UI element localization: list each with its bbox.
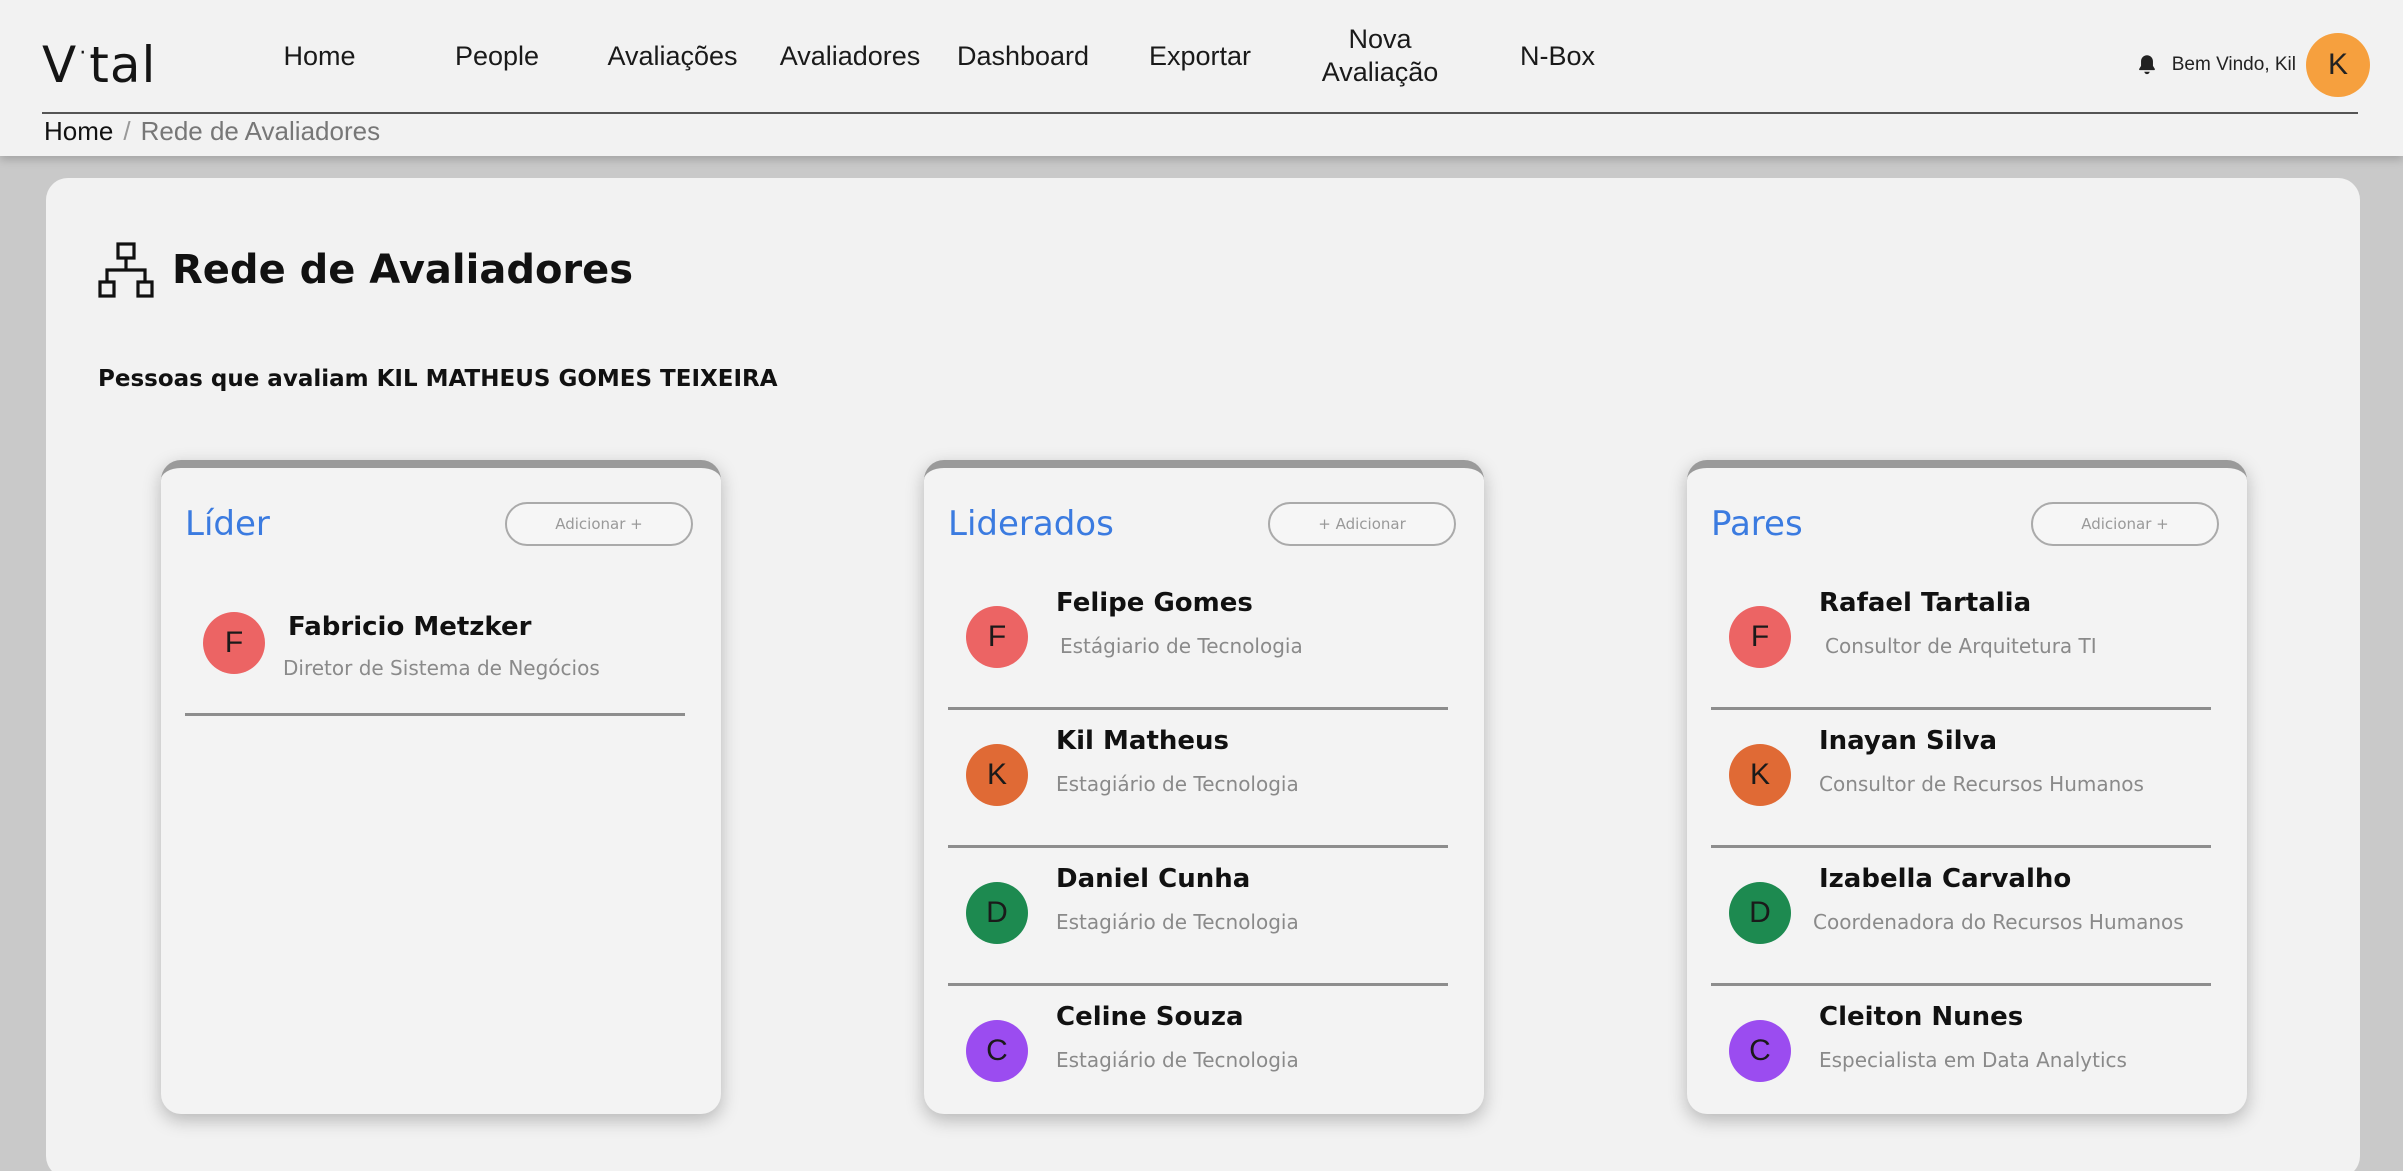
breadcrumb-separator: / [123,116,131,146]
person-name: Felipe Gomes [1056,588,1253,618]
person-role: Consultor de Arquitetura TI [1825,634,2097,658]
add-button[interactable]: + Adicionar [1268,502,1456,546]
person-role: Coordenadora do Recursos Humanos [1813,910,2184,934]
nav-exportar[interactable]: Exportar [1135,0,1265,112]
person-name: Fabricio Metzker [288,612,532,642]
person-name: Rafael Tartalia [1819,588,2032,618]
card-pares: Pares Adicionar + F Rafael Tartalia Cons… [1687,460,2247,1114]
nav-avaliadores[interactable]: Avaliadores [770,0,930,112]
person-item[interactable]: C Celine Souza Estagiário de Tecnologia [948,986,1448,1124]
breadcrumb-current: Rede de Avaliadores [140,116,381,146]
add-button[interactable]: Adicionar + [505,502,693,546]
page-header: Rede de Avaliadores [96,240,633,300]
main-panel: Rede de Avaliadores Pessoas que avaliam … [46,178,2360,1171]
person-name: Cleiton Nunes [1819,1002,2024,1032]
person-avatar: F [203,612,265,674]
nav-avaliacoes[interactable]: Avaliações [600,0,745,112]
person-name: Izabella Carvalho [1819,864,2072,894]
person-item[interactable]: C Cleiton Nunes Especialista em Data Ana… [1711,986,2211,1124]
main-nav: Home People Avaliações Avaliadores Dashb… [0,0,1700,112]
person-avatar: F [966,606,1028,668]
person-avatar: F [1729,606,1791,668]
welcome-text: Bem Vindo, Kil [2171,54,2296,75]
nav-n-box[interactable]: N-Box [1500,0,1615,112]
user-avatar[interactable]: K [2306,33,2370,97]
person-name: Kil Matheus [1056,726,1229,756]
nav-divider [42,112,2358,114]
card-title: Pares [1711,504,1803,544]
page-title: Rede de Avaliadores [172,247,634,293]
network-hierarchy-icon [98,242,154,298]
person-role: Especialista em Data Analytics [1819,1048,2127,1072]
breadcrumb: Home / Rede de Avaliadores [44,116,380,147]
nav-home[interactable]: Home [262,0,377,112]
card-lider: Líder Adicionar + F Fabricio Metzker Dir… [161,460,721,1114]
person-item[interactable]: D Daniel Cunha Estagiário de Tecnologia [948,848,1448,986]
person-avatar: K [1729,744,1791,806]
person-item[interactable]: F Rafael Tartalia Consultor de Arquitetu… [1711,572,2211,710]
person-item[interactable]: D Izabella Carvalho Coordenadora do Recu… [1711,848,2211,986]
nav-nova-avaliacao[interactable]: Nova Avaliação [1305,0,1455,112]
person-avatar: C [1729,1020,1791,1082]
person-role: Estagiário de Tecnologia [1056,772,1299,796]
bell-icon[interactable] [2134,52,2160,78]
person-item[interactable]: F Fabricio Metzker Diretor de Sistema de… [185,582,685,716]
page-subtitle: Pessoas que avaliam KIL MATHEUS GOMES TE… [98,366,778,392]
person-name: Daniel Cunha [1056,864,1251,894]
person-item[interactable]: F Felipe Gomes Estágiario de Tecnologia [948,572,1448,710]
top-navigation-bar: V·tal Home People Avaliações Avaliadores… [0,0,2403,156]
person-avatar: C [966,1020,1028,1082]
person-name: Inayan Silva [1819,726,1998,756]
add-button[interactable]: Adicionar + [2031,502,2219,546]
person-item[interactable]: K Kil Matheus Estagiário de Tecnologia [948,710,1448,848]
breadcrumb-home[interactable]: Home [44,116,113,146]
card-title: Liderados [948,504,1114,544]
person-role: Estágiario de Tecnologia [1060,634,1303,658]
person-item[interactable]: K Inayan Silva Consultor de Recursos Hum… [1711,710,2211,848]
card-title: Líder [185,504,270,544]
person-avatar: D [966,882,1028,944]
person-role: Estagiário de Tecnologia [1056,1048,1299,1072]
person-role: Consultor de Recursos Humanos [1819,772,2144,796]
person-name: Celine Souza [1056,1002,1244,1032]
person-role: Estagiário de Tecnologia [1056,910,1299,934]
person-avatar: D [1729,882,1791,944]
person-avatar: K [966,744,1028,806]
nav-dashboard[interactable]: Dashboard [948,0,1098,112]
person-role: Diretor de Sistema de Negócios [283,656,600,680]
user-area: Bem Vindo, Kil K [2134,32,2370,98]
card-liderados: Liderados + Adicionar F Felipe Gomes Est… [924,460,1484,1114]
nav-people[interactable]: People [437,0,557,112]
